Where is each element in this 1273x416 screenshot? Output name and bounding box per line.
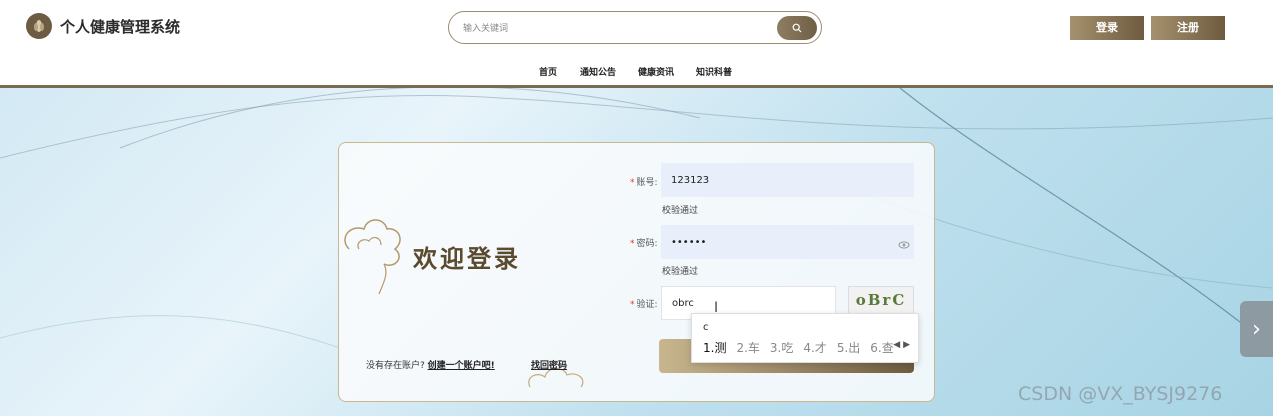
ime-candidate[interactable]: 6.查 xyxy=(870,339,893,356)
captcha-label: * 验证: xyxy=(630,300,658,310)
account-label: * 账号: xyxy=(630,178,658,188)
account-verify-status: 校验通过 xyxy=(662,206,699,216)
ime-candidates: 1.测 2.车 3.吃 4.才 5.出 6.查 xyxy=(703,339,894,356)
app-logo-icon xyxy=(26,13,52,39)
welcome-heading: 欢迎登录 xyxy=(413,244,521,273)
top-header: 个人健康管理系统 登录 注册 首页 通知公告 健康资讯 知识科普 xyxy=(0,0,1273,88)
watermark: CSDN @VX_BYSJ9276 xyxy=(1018,383,1223,405)
account-input[interactable] xyxy=(661,163,914,197)
nav-item-notices[interactable]: 通知公告 xyxy=(580,65,616,78)
login-button[interactable]: 登录 xyxy=(1070,16,1144,40)
ime-candidate[interactable]: 1.测 xyxy=(703,339,726,356)
ime-candidate-popup: c 1.测 2.车 3.吃 4.才 5.出 6.查 ◀ ▶ xyxy=(691,313,919,363)
ime-candidate[interactable]: 3.吃 xyxy=(770,339,793,356)
brand[interactable]: 个人健康管理系统 xyxy=(26,13,180,39)
chevron-right-icon[interactable]: › xyxy=(1240,301,1273,357)
nav-item-home[interactable]: 首页 xyxy=(539,65,557,78)
ime-candidate[interactable]: 2.车 xyxy=(736,339,759,356)
nav-item-knowledge[interactable]: 知识科普 xyxy=(696,65,732,78)
ime-page-arrows-icon[interactable]: ◀ ▶ xyxy=(893,340,910,350)
signup-prompt: 没有存在账户? 创建一个账户吧! xyxy=(366,361,495,371)
ime-candidate[interactable]: 5.出 xyxy=(837,339,860,356)
password-label: * 密码: xyxy=(630,239,658,249)
captcha-image[interactable]: oBrC xyxy=(848,286,914,314)
create-account-link[interactable]: 创建一个账户吧! xyxy=(428,361,495,371)
search-button[interactable] xyxy=(777,16,817,40)
register-button[interactable]: 注册 xyxy=(1151,16,1225,40)
app-title: 个人健康管理系统 xyxy=(60,17,181,36)
forgot-password-link[interactable]: 找回密码 xyxy=(531,361,567,371)
ime-candidate[interactable]: 4.才 xyxy=(803,339,826,356)
nav-item-health-news[interactable]: 健康资讯 xyxy=(638,65,674,78)
search-icon xyxy=(792,23,802,33)
background-banner: 欢迎登录 *账号: 校验通过 *密码: 校验通过 *验证: oBrC 没有存在账… xyxy=(0,88,1273,416)
ime-typed-text: c xyxy=(703,322,709,333)
password-input[interactable] xyxy=(661,225,914,259)
cloud-ornament-icon xyxy=(344,219,401,295)
eye-icon[interactable] xyxy=(898,234,910,253)
password-verify-status: 校验通过 xyxy=(662,267,699,277)
login-card: 欢迎登录 *账号: 校验通过 *密码: 校验通过 *验证: oBrC 没有存在账… xyxy=(338,142,935,402)
search-box xyxy=(448,11,822,44)
search-input[interactable] xyxy=(461,18,765,40)
